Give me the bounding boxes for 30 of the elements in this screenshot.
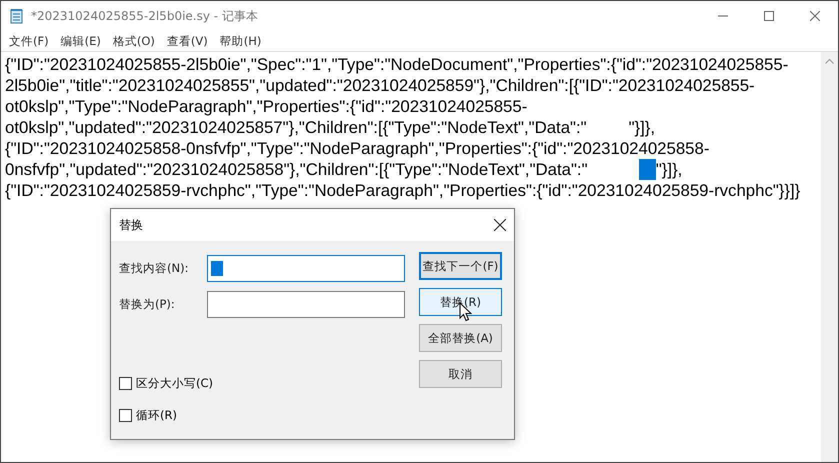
text-line: ot0kslp","updated":"20231024025857"},"Children":[{"Type":"NodeText","Data":" "}]}, [5,117,656,138]
menu-item[interactable]: 格式(O) [106,34,161,48]
input-field[interactable] [207,290,405,318]
dialog-button[interactable]: 查找下一个(F) [419,252,502,280]
text-line: 2l5b0ie","title":"20231024025855","updated":"20231024025859"},"Children":[{"ID":"20231024025855- [5,75,755,96]
text-line: {"ID":"20231024025855-2l5b0ie","Spec":"1","Type":"NodeDocument","Properties":{"id":"20231024025855- [5,54,788,75]
menu-item[interactable]: 编辑(E) [54,34,107,48]
input-field[interactable] [207,254,405,282]
dialog-button[interactable]: 全部替换(A) [419,324,502,352]
menu-item[interactable]: 查看(V) [160,34,214,48]
field-label: 查找内容(N): [119,260,190,276]
checkbox-label: 循环(R) [136,408,177,423]
field-label: 替换为(P): [119,296,176,312]
checkbox[interactable] [119,377,132,390]
text-line: "}]}, [656,159,682,180]
checkbox[interactable] [119,409,132,422]
dialog-title: 替换 [119,216,143,234]
text-line: {"ID":"20231024025859-rvchphc","Type":"NodeParagraph","Properties":{"id":"20231024025859-rvchphc"}}]} [5,180,800,201]
maximize-icon[interactable] [764,11,774,21]
close-icon[interactable] [494,219,506,231]
scrollbar[interactable] [821,52,838,462]
window-title: *20231024025855-2l5b0ie.sy - 记事本 [31,8,259,24]
menu-item[interactable]: 帮助(H) [214,34,268,48]
text-line: {"ID":"20231024025858-0nsfvfp","Type":"NodeParagraph","Properties":{"id":"20231024025858- [5,138,710,159]
text-line: ot0kslp","Type":"NodeParagraph","Properties":{"id":"20231024025855- [5,96,528,117]
menu-item[interactable]: 文件(F) [3,34,55,48]
text-line: 0nsfvfp","updated":"20231024025858"},"Children":[{"Type":"NodeText","Data":" [5,159,589,180]
notepad-icon [9,8,25,24]
dialog-button[interactable]: 取消 [419,360,502,388]
checkbox-label: 区分大小写(C) [136,376,214,391]
